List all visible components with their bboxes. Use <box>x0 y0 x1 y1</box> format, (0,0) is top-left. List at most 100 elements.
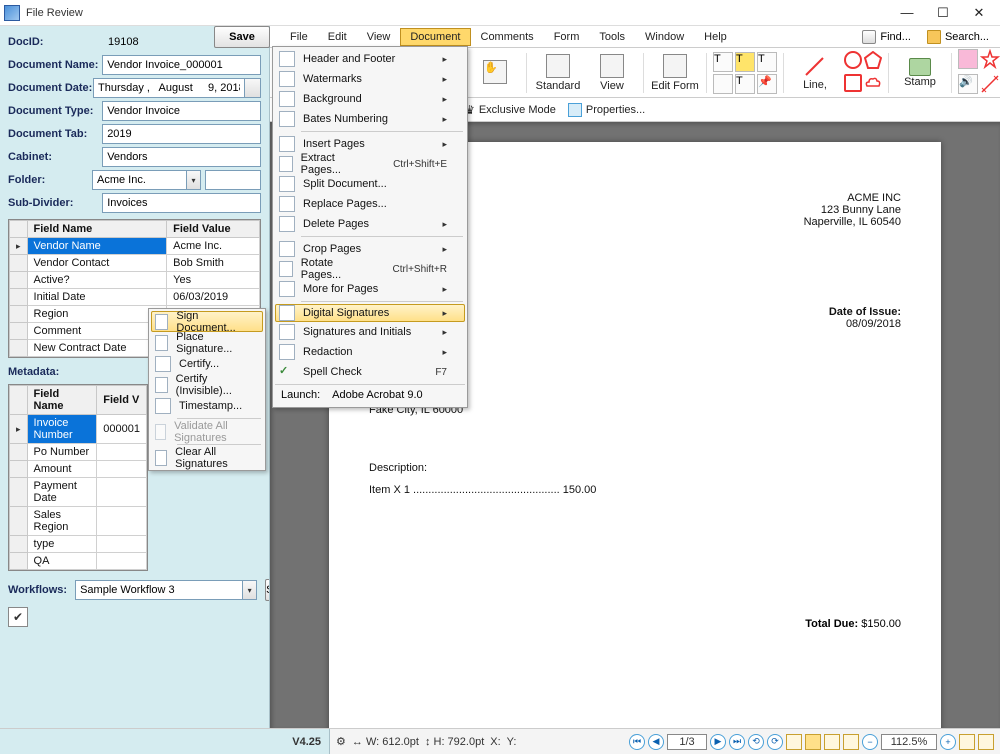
layout-facing-button[interactable] <box>824 734 840 750</box>
submenu-place-signature[interactable]: Place Signature... <box>151 332 263 353</box>
workflow-dropdown-button[interactable]: ▾ <box>243 580 257 600</box>
menu-replace-pages[interactable]: Replace Pages... <box>275 194 465 214</box>
menu-bates[interactable]: Bates Numbering▸ <box>275 109 465 129</box>
rect-icon[interactable] <box>844 74 862 92</box>
nav-fwd-button[interactable]: ⟳ <box>767 734 783 750</box>
menu-insert-pages[interactable]: Insert Pages▸ <box>275 134 465 154</box>
menu-document[interactable]: Document <box>400 28 470 46</box>
nav-last-button[interactable]: ⏭ <box>729 734 745 750</box>
standard-button[interactable]: Standard <box>533 50 583 96</box>
underline-icon[interactable]: T <box>735 74 755 94</box>
eraser-icon[interactable] <box>958 49 978 69</box>
textbox-icon[interactable] <box>713 74 733 94</box>
menu-delete-pages[interactable]: Delete Pages▸ <box>275 214 465 234</box>
measure-icon[interactable] <box>980 74 1000 97</box>
layout-facing-cont-button[interactable] <box>843 734 859 750</box>
properties-button[interactable]: Properties... <box>562 101 651 119</box>
menu-watermarks[interactable]: Watermarks▸ <box>275 69 465 89</box>
menu-extract-pages[interactable]: Extract Pages...Ctrl+Shift+E <box>275 154 465 174</box>
menu-header-footer[interactable]: Header and Footer▸ <box>275 49 465 69</box>
submenu-certify[interactable]: Certify... <box>151 353 263 374</box>
table-row[interactable]: Vendor NameAcme Inc. <box>10 238 260 255</box>
menu-redaction[interactable]: Redaction▸ <box>275 342 465 362</box>
table-row[interactable]: type <box>10 536 147 553</box>
fit-width-button[interactable] <box>978 734 994 750</box>
cabinet-input[interactable] <box>102 147 261 167</box>
page-indicator[interactable]: 1/3 <box>667 734 707 750</box>
pin-icon[interactable]: 📌 <box>757 74 777 94</box>
menu-window[interactable]: Window <box>635 28 694 46</box>
menu-form[interactable]: Form <box>544 28 590 46</box>
search-button[interactable]: Search... <box>920 27 996 47</box>
table-row[interactable]: QA <box>10 553 147 570</box>
nav-prev-button[interactable]: ◀ <box>648 734 664 750</box>
nav-back-button[interactable]: ⟲ <box>748 734 764 750</box>
menu-digital-signatures[interactable]: Digital Signatures▸ <box>275 304 465 322</box>
table-row[interactable]: Invoice Number000001 <box>10 415 147 444</box>
date-picker-button[interactable] <box>245 78 261 98</box>
maximize-button[interactable]: ☐ <box>926 3 960 23</box>
menu-crop-pages[interactable]: Crop Pages▸ <box>275 239 465 259</box>
table-row[interactable]: Amount <box>10 461 147 478</box>
menu-background[interactable]: Background▸ <box>275 89 465 109</box>
submenu-sign-document[interactable]: Sign Document... <box>151 311 263 332</box>
text-icon[interactable]: T <box>713 52 733 72</box>
table-row[interactable]: Initial Date06/03/2019 <box>10 289 260 306</box>
hand-tool-button[interactable]: ✋ <box>470 50 520 96</box>
editform-button[interactable]: Edit Form <box>650 50 700 96</box>
stamp-button[interactable]: Stamp <box>895 50 945 96</box>
table-row[interactable]: Payment Date <box>10 478 147 507</box>
table-row[interactable]: Vendor ContactBob Smith <box>10 255 260 272</box>
doctype-input[interactable] <box>102 101 261 121</box>
submenu-clear-all[interactable]: Clear All Signatures <box>151 447 263 468</box>
menu-edit[interactable]: Edit <box>318 28 357 46</box>
table-row[interactable]: Po Number <box>10 444 147 461</box>
menu-file[interactable]: File <box>280 28 318 46</box>
fit-page-button[interactable] <box>959 734 975 750</box>
highlight-icon[interactable]: T <box>735 52 755 72</box>
view-button[interactable]: View <box>587 50 637 96</box>
menu-launch[interactable]: Launch:Adobe Acrobat 9.0 <box>275 384 465 405</box>
menu-comments[interactable]: Comments <box>471 28 544 46</box>
layout-continuous-button[interactable] <box>805 734 821 750</box>
docdate-input[interactable] <box>93 78 245 98</box>
save-button[interactable]: Save <box>214 26 270 48</box>
submenu-certify-invisible[interactable]: Certify (Invisible)... <box>151 374 263 395</box>
menu-tools[interactable]: Tools <box>589 28 635 46</box>
nav-next-button[interactable]: ▶ <box>710 734 726 750</box>
menu-view[interactable]: View <box>357 28 401 46</box>
table-row[interactable]: Sales Region <box>10 507 147 536</box>
minimize-button[interactable]: — <box>890 3 924 23</box>
pentagon-icon[interactable] <box>864 51 882 72</box>
nav-first-button[interactable]: ⏮ <box>629 734 645 750</box>
layout-single-button[interactable] <box>786 734 802 750</box>
strike-icon[interactable]: T <box>757 52 777 72</box>
find-button[interactable]: Find... <box>855 27 918 47</box>
sound-icon[interactable]: 🔊 <box>958 74 978 94</box>
table-row[interactable]: Active?Yes <box>10 272 260 289</box>
folder-extra-input[interactable] <box>205 170 261 190</box>
line-tool-button[interactable]: Line, <box>790 50 840 96</box>
gear-icon[interactable]: ⚙ <box>336 735 346 748</box>
checkbox[interactable]: ✔ <box>8 607 28 627</box>
workflow-select[interactable] <box>75 580 243 600</box>
docname-input[interactable] <box>102 55 261 75</box>
zoom-value[interactable]: 112.5% <box>881 734 937 750</box>
folder-select[interactable] <box>92 170 187 190</box>
subdiv-input[interactable] <box>102 193 261 213</box>
cloud-icon[interactable] <box>864 74 882 95</box>
menu-rotate-pages[interactable]: Rotate Pages...Ctrl+Shift+R <box>275 259 465 279</box>
oval-icon[interactable] <box>844 51 862 69</box>
star-icon[interactable] <box>980 49 1000 72</box>
menu-signatures-initials[interactable]: Signatures and Initials▸ <box>275 322 465 342</box>
menu-more-pages[interactable]: More for Pages▸ <box>275 279 465 299</box>
folder-dropdown-button[interactable]: ▾ <box>187 170 201 190</box>
exclusive-mode-button[interactable]: ♛Exclusive Mode <box>458 101 562 119</box>
menu-help[interactable]: Help <box>694 28 737 46</box>
submenu-timestamp[interactable]: Timestamp... <box>151 395 263 416</box>
doctab-input[interactable] <box>102 124 261 144</box>
zoom-out-button[interactable]: − <box>862 734 878 750</box>
close-button[interactable]: ✕ <box>962 3 996 23</box>
menu-spellcheck[interactable]: ✓Spell CheckF7 <box>275 362 465 382</box>
zoom-in-button[interactable]: + <box>940 734 956 750</box>
